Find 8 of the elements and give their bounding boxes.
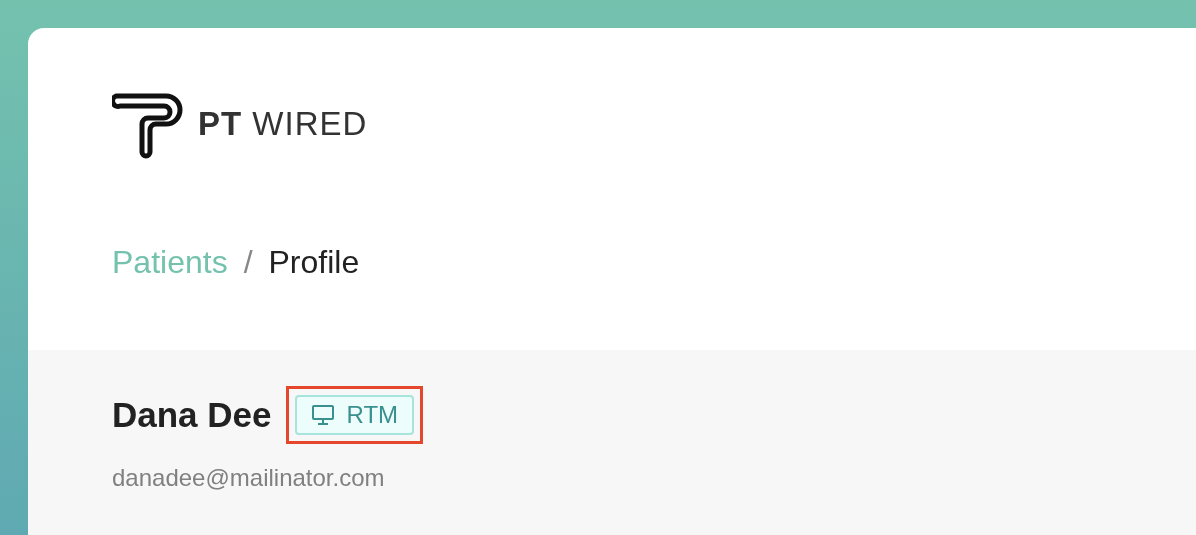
rtm-badge: RTM (294, 395, 415, 435)
breadcrumb-separator: / (243, 243, 253, 282)
logo-text: PT WIRED (198, 104, 368, 145)
breadcrumb-current: Profile (268, 243, 360, 282)
email-text: danadee@mailinator.com (112, 463, 386, 493)
breadcrumb-link[interactable]: Patients (112, 238, 228, 286)
patient-name: Dana Dee (112, 393, 272, 436)
monitor-icon (310, 404, 335, 426)
